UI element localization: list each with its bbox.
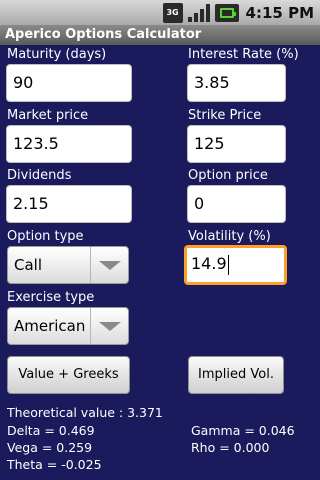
delta-text: Delta = 0.469 [7, 423, 95, 438]
volatility-label: Volatility (%) [188, 229, 271, 244]
status-bar: 3G 4:15 PM [0, 0, 320, 25]
option-type-value: Call [14, 256, 43, 274]
theta-text: Theta = -0.025 [7, 457, 102, 472]
text-cursor [227, 254, 229, 275]
strike-price-label: Strike Price [188, 108, 262, 123]
rho-text: Rho = 0.000 [191, 440, 270, 455]
theoretical-value-text: Theoretical value : 3.371 [7, 405, 163, 420]
market-price-input[interactable]: 123.5 [6, 125, 132, 163]
interest-rate-input[interactable]: 3.85 [187, 64, 286, 102]
market-price-label: Market price [7, 108, 89, 123]
maturity-input[interactable]: 90 [6, 64, 132, 102]
dividends-input[interactable]: 2.15 [6, 185, 132, 223]
network-3g-icon: 3G [162, 2, 183, 23]
implied-vol-button[interactable]: Implied Vol. [188, 356, 284, 394]
option-type-spinner[interactable]: Call [7, 246, 129, 284]
signal-strength-icon [187, 3, 210, 23]
option-type-label: Option type [7, 229, 84, 244]
dropdown-arrow-icon[interactable] [90, 308, 128, 344]
app-title: Aperico Options Calculator [0, 25, 320, 45]
dividends-label: Dividends [7, 168, 72, 183]
interest-rate-label: Interest Rate (%) [188, 47, 299, 62]
strike-price-input[interactable]: 125 [187, 125, 286, 163]
gamma-text: Gamma = 0.046 [191, 423, 295, 438]
exercise-type-label: Exercise type [7, 290, 95, 305]
value-greeks-button[interactable]: Value + Greeks [7, 356, 130, 394]
dropdown-arrow-icon[interactable] [90, 247, 128, 283]
volatility-value: 14.9 [191, 254, 227, 273]
vega-text: Vega = 0.259 [7, 440, 93, 455]
maturity-label: Maturity (days) [7, 47, 107, 62]
battery-icon [214, 3, 239, 22]
exercise-type-spinner[interactable]: American [7, 307, 129, 345]
option-price-input[interactable]: 0 [187, 185, 286, 223]
volatility-input[interactable]: 14.9 [184, 245, 287, 285]
status-time: 4:15 PM [245, 3, 314, 22]
exercise-type-value: American [14, 317, 86, 335]
option-price-label: Option price [188, 168, 268, 183]
